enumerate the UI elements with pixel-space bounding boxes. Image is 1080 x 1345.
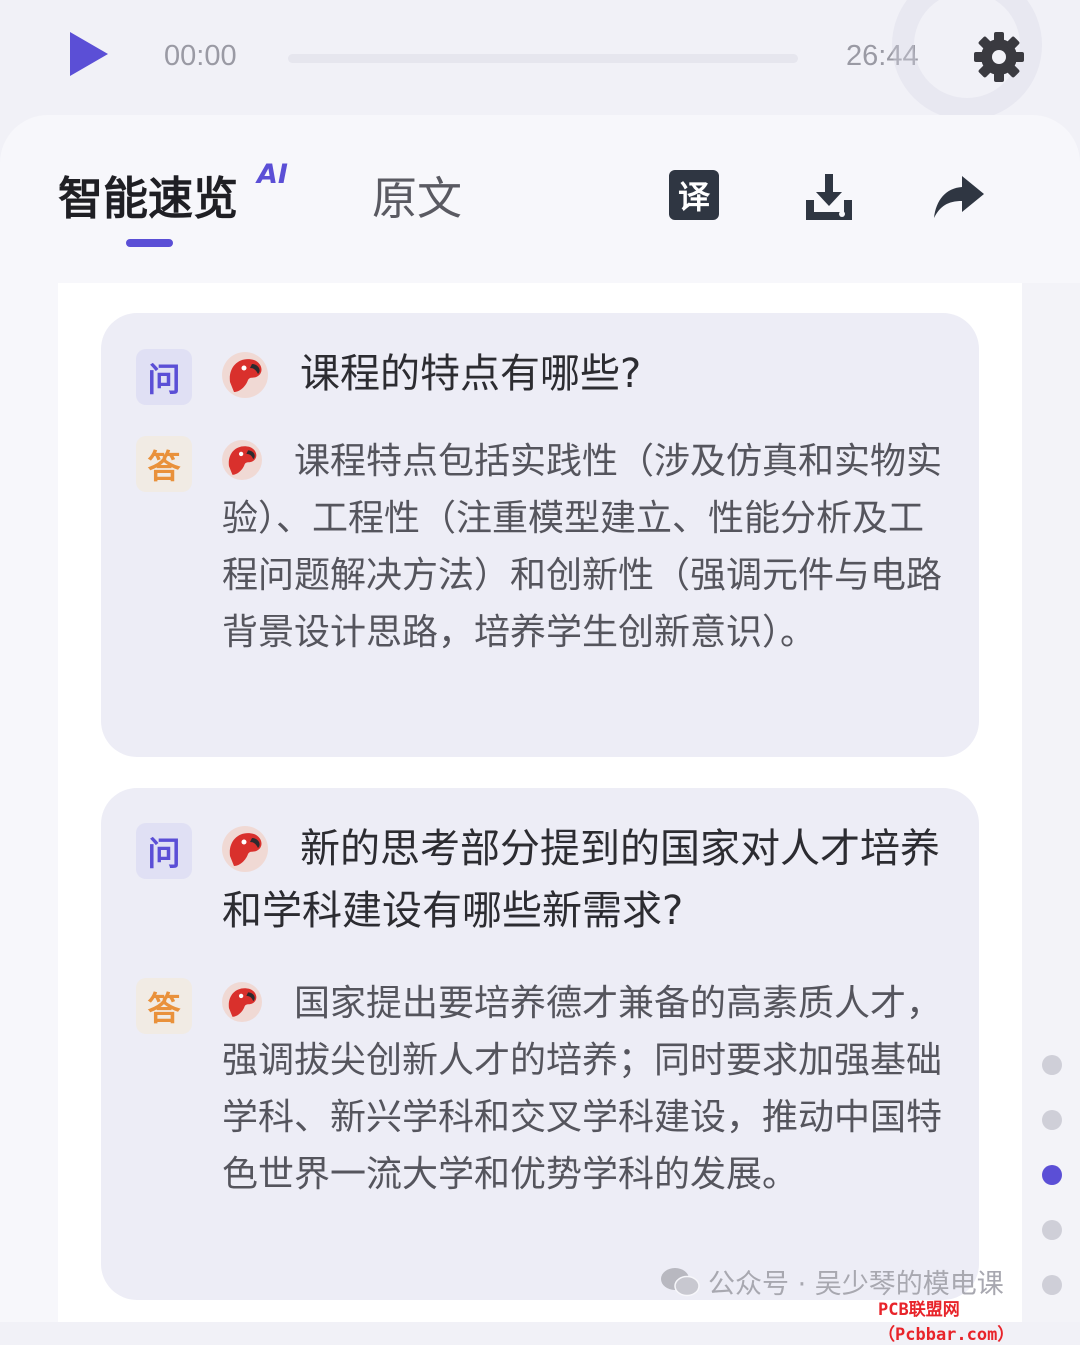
page-dot[interactable] <box>1042 1055 1062 1075</box>
answer-text: 国家提出要培养德才兼备的高素质人才，强调拔尖创新人才的培养；同时要求加强基础学科… <box>222 983 943 1195</box>
play-icon[interactable] <box>66 30 110 78</box>
question-text: 课程的特点有哪些? <box>300 351 642 397</box>
site-watermark: PCB联盟网（Pcbbar.com） <box>878 1300 1015 1345</box>
question-tag: 问 <box>136 349 192 405</box>
page-dot[interactable] <box>1042 1275 1062 1295</box>
page-dot-active[interactable] <box>1042 1165 1062 1185</box>
question-tag: 问 <box>136 823 192 879</box>
translate-icon: 译 <box>669 170 719 220</box>
translate-button[interactable]: 译 <box>669 170 723 224</box>
audio-player: 00:00 26:44 <box>0 0 1080 120</box>
page-dot[interactable] <box>1042 1110 1062 1130</box>
share-icon[interactable] <box>932 170 986 224</box>
question-text: 新的思考部分提到的国家对人才培养和学科建设有哪些新需求? <box>222 826 940 934</box>
gear-icon[interactable] <box>973 31 1025 83</box>
progress-slider[interactable] <box>288 54 798 63</box>
page-dot[interactable] <box>1042 1220 1062 1240</box>
tab-smart-overview[interactable]: 智能速览 <box>58 162 238 227</box>
answer-tag: 答 <box>136 436 192 492</box>
current-time: 00:00 <box>164 40 237 72</box>
ai-badge: AI <box>257 159 288 190</box>
download-icon[interactable] <box>802 170 856 224</box>
answer-tag: 答 <box>136 978 192 1034</box>
wechat-icon <box>661 1267 700 1296</box>
answer-text: 课程特点包括实践性（涉及仿真和实物实验）、工程性（注重模型建立、性能分析及工程问… <box>222 441 943 653</box>
tab-original-text[interactable]: 原文 <box>372 162 462 227</box>
active-tab-indicator <box>126 239 173 247</box>
